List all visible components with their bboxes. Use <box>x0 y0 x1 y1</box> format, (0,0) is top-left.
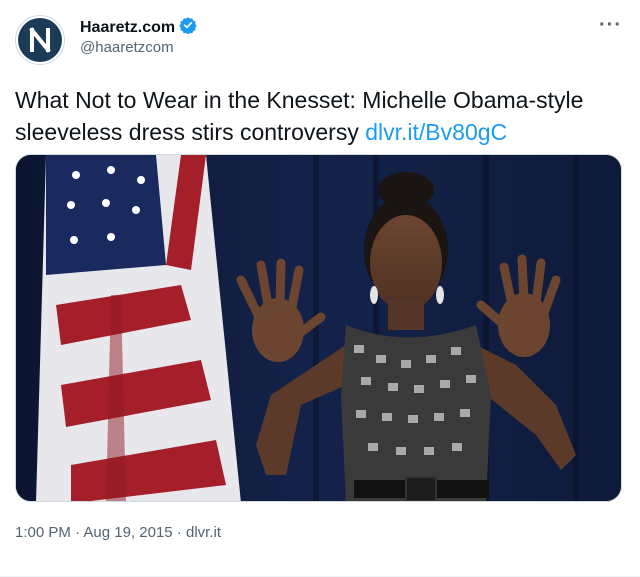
tweet-text: What Not to Wear in the Knesset: Michell… <box>15 84 625 148</box>
haaretz-logo-icon <box>18 18 62 62</box>
avatar[interactable] <box>15 15 65 65</box>
tweet-meta: 1:00 PM · Aug 19, 2015 · dlvr.it <box>15 524 221 541</box>
tweet-link[interactable]: dlvr.it/Bv80gC <box>365 119 507 145</box>
tweet-time[interactable]: 1:00 PM <box>15 524 71 541</box>
more-options-icon[interactable]: ··· <box>599 14 622 37</box>
meta-separator: · <box>70 524 84 541</box>
author-name-row: Haaretz.com <box>80 16 197 39</box>
tweet-card[interactable]: Haaretz.com @haaretzcom ··· What Not to … <box>0 0 640 577</box>
tweet-source[interactable]: dlvr.it <box>186 524 221 541</box>
author-name[interactable]: Haaretz.com <box>80 19 175 37</box>
author-handle[interactable]: @haaretzcom <box>80 39 174 56</box>
meta-separator-2: · <box>172 524 186 541</box>
photo-image <box>16 155 621 501</box>
flag-graphic <box>36 155 241 501</box>
tweet-date[interactable]: Aug 19, 2015 <box>83 524 172 541</box>
tweet-photo[interactable] <box>15 154 622 502</box>
verified-badge-icon <box>179 16 197 39</box>
